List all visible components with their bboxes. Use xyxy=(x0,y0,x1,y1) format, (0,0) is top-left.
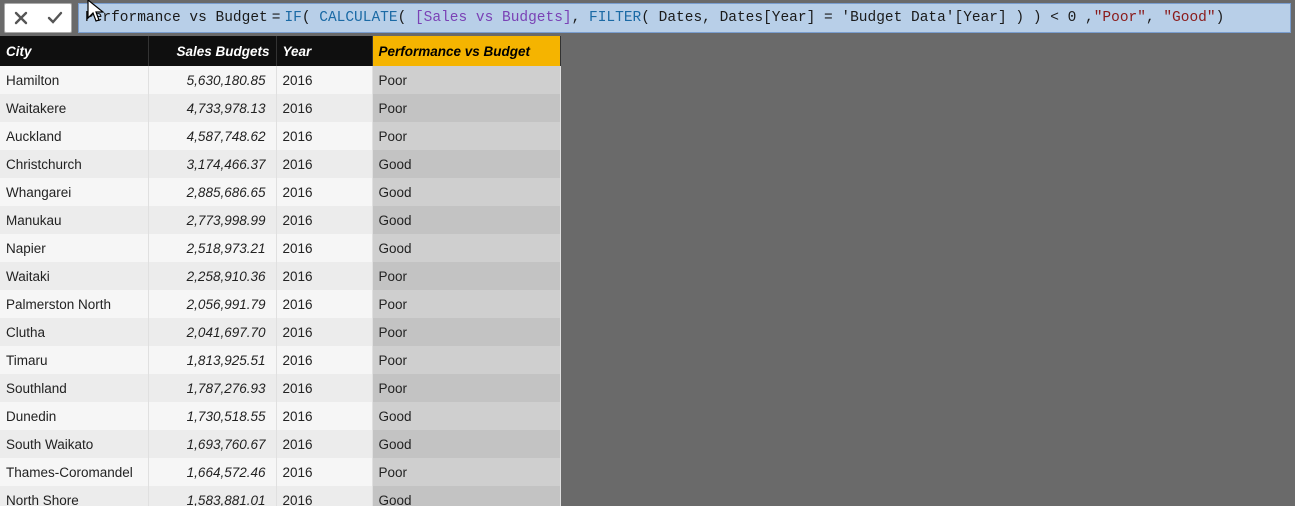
cell-city[interactable]: Manukau xyxy=(0,206,148,234)
cell-city[interactable]: Palmerston North xyxy=(0,290,148,318)
grid-header-row: CitySales BudgetsYearPerformance vs Budg… xyxy=(0,36,560,66)
table-row[interactable]: Auckland4,587,748.622016Poor xyxy=(0,122,560,150)
cell-budgets[interactable]: 3,174,466.37 xyxy=(148,150,276,178)
cell-budgets[interactable]: 5,630,180.85 xyxy=(148,66,276,94)
cell-year[interactable]: 2016 xyxy=(276,458,372,486)
measure-name: Performance vs Budget xyxy=(85,10,268,26)
formula-bar: Performance vs Budget = IF( CALCULATE( [… xyxy=(0,0,1295,36)
cell-perf[interactable]: Good xyxy=(372,402,560,430)
table-row[interactable]: South Waikato1,693,760.672016Good xyxy=(0,430,560,458)
cell-city[interactable]: Southland xyxy=(0,374,148,402)
cell-perf[interactable]: Good xyxy=(372,178,560,206)
cell-perf[interactable]: Good xyxy=(372,430,560,458)
cell-budgets[interactable]: 1,664,572.46 xyxy=(148,458,276,486)
cell-budgets[interactable]: 2,258,910.36 xyxy=(148,262,276,290)
cell-budgets[interactable]: 1,583,881.01 xyxy=(148,486,276,506)
cell-perf[interactable]: Poor xyxy=(372,346,560,374)
commit-icon[interactable] xyxy=(43,6,67,30)
cell-year[interactable]: 2016 xyxy=(276,66,372,94)
cell-budgets[interactable]: 4,587,748.62 xyxy=(148,122,276,150)
table-row[interactable]: Hamilton5,630,180.852016Poor xyxy=(0,66,560,94)
table-row[interactable]: Christchurch3,174,466.372016Good xyxy=(0,150,560,178)
table-row[interactable]: Thames-Coromandel1,664,572.462016Poor xyxy=(0,458,560,486)
cell-city[interactable]: Napier xyxy=(0,234,148,262)
cell-city[interactable]: Clutha xyxy=(0,318,148,346)
cell-perf[interactable]: Good xyxy=(372,486,560,506)
cell-perf[interactable]: Poor xyxy=(372,318,560,346)
cell-year[interactable]: 2016 xyxy=(276,178,372,206)
cell-perf[interactable]: Poor xyxy=(372,94,560,122)
cell-perf[interactable]: Poor xyxy=(372,374,560,402)
cell-city[interactable]: Waitaki xyxy=(0,262,148,290)
cell-year[interactable]: 2016 xyxy=(276,234,372,262)
cell-perf[interactable]: Poor xyxy=(372,66,560,94)
cell-city[interactable]: Waitakere xyxy=(0,94,148,122)
cell-year[interactable]: 2016 xyxy=(276,150,372,178)
table-row[interactable]: Clutha2,041,697.702016Poor xyxy=(0,318,560,346)
cell-perf[interactable]: Poor xyxy=(372,262,560,290)
formula-input[interactable]: Performance vs Budget = IF( CALCULATE( [… xyxy=(78,3,1291,33)
cell-perf[interactable]: Poor xyxy=(372,458,560,486)
cell-year[interactable]: 2016 xyxy=(276,402,372,430)
cell-year[interactable]: 2016 xyxy=(276,122,372,150)
cell-year[interactable]: 2016 xyxy=(276,318,372,346)
formula-bar-buttons xyxy=(4,3,72,33)
table-row[interactable]: Napier2,518,973.212016Good xyxy=(0,234,560,262)
cell-city[interactable]: Timaru xyxy=(0,346,148,374)
cell-budgets[interactable]: 1,813,925.51 xyxy=(148,346,276,374)
cell-perf[interactable]: Good xyxy=(372,150,560,178)
formula-equals: = xyxy=(272,10,281,26)
cell-year[interactable]: 2016 xyxy=(276,262,372,290)
cell-city[interactable]: Christchurch xyxy=(0,150,148,178)
cell-budgets[interactable]: 2,518,973.21 xyxy=(148,234,276,262)
table-row[interactable]: Dunedin1,730,518.552016Good xyxy=(0,402,560,430)
column-header-city[interactable]: City xyxy=(0,36,148,66)
cell-budgets[interactable]: 2,056,991.79 xyxy=(148,290,276,318)
data-grid[interactable]: CitySales BudgetsYearPerformance vs Budg… xyxy=(0,36,561,506)
table-row[interactable]: Manukau2,773,998.992016Good xyxy=(0,206,560,234)
table-row[interactable]: Whangarei2,885,686.652016Good xyxy=(0,178,560,206)
column-header-perf[interactable]: Performance vs Budget xyxy=(372,36,560,66)
cell-perf[interactable]: Good xyxy=(372,234,560,262)
column-header-year[interactable]: Year xyxy=(276,36,372,66)
table-row[interactable]: Southland1,787,276.932016Poor xyxy=(0,374,560,402)
cell-city[interactable]: Auckland xyxy=(0,122,148,150)
cell-year[interactable]: 2016 xyxy=(276,374,372,402)
cell-year[interactable]: 2016 xyxy=(276,430,372,458)
data-grid-wrap: CitySales BudgetsYearPerformance vs Budg… xyxy=(0,36,1295,506)
cell-perf[interactable]: Good xyxy=(372,206,560,234)
cell-city[interactable]: Whangarei xyxy=(0,178,148,206)
table-row[interactable]: Waitaki2,258,910.362016Poor xyxy=(0,262,560,290)
grid-body: Hamilton5,630,180.852016PoorWaitakere4,7… xyxy=(0,66,560,506)
cell-year[interactable]: 2016 xyxy=(276,290,372,318)
table-row[interactable]: Palmerston North2,056,991.792016Poor xyxy=(0,290,560,318)
table-row[interactable]: Timaru1,813,925.512016Poor xyxy=(0,346,560,374)
table-row[interactable]: North Shore1,583,881.012016Good xyxy=(0,486,560,506)
cell-year[interactable]: 2016 xyxy=(276,346,372,374)
column-header-budgets[interactable]: Sales Budgets xyxy=(148,36,276,66)
cell-budgets[interactable]: 1,693,760.67 xyxy=(148,430,276,458)
formula-expression: IF( CALCULATE( [Sales vs Budgets], FILTE… xyxy=(284,10,1224,26)
cell-budgets[interactable]: 1,730,518.55 xyxy=(148,402,276,430)
cancel-icon[interactable] xyxy=(9,6,33,30)
cell-budgets[interactable]: 2,773,998.99 xyxy=(148,206,276,234)
cell-year[interactable]: 2016 xyxy=(276,94,372,122)
cell-year[interactable]: 2016 xyxy=(276,206,372,234)
cell-budgets[interactable]: 2,041,697.70 xyxy=(148,318,276,346)
table-row[interactable]: Waitakere4,733,978.132016Poor xyxy=(0,94,560,122)
cell-budgets[interactable]: 1,787,276.93 xyxy=(148,374,276,402)
cell-year[interactable]: 2016 xyxy=(276,486,372,506)
cell-perf[interactable]: Poor xyxy=(372,122,560,150)
cell-budgets[interactable]: 4,733,978.13 xyxy=(148,94,276,122)
cell-city[interactable]: Dunedin xyxy=(0,402,148,430)
cell-city[interactable]: Hamilton xyxy=(0,66,148,94)
cell-perf[interactable]: Poor xyxy=(372,290,560,318)
cell-budgets[interactable]: 2,885,686.65 xyxy=(148,178,276,206)
cell-city[interactable]: South Waikato xyxy=(0,430,148,458)
cell-city[interactable]: Thames-Coromandel xyxy=(0,458,148,486)
cell-city[interactable]: North Shore xyxy=(0,486,148,506)
